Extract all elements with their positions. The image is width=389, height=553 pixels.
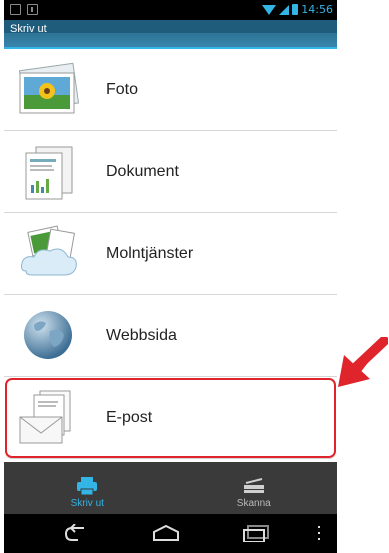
list-item-label: Dokument — [106, 162, 179, 180]
list-item-webbsida[interactable]: Webbsida — [4, 295, 337, 377]
print-options-list: Foto Dokument Molntjänster Webbsida E-po… — [4, 49, 337, 459]
scanner-icon — [243, 478, 264, 493]
email-icon — [19, 390, 71, 444]
list-item-label: Webbsida — [106, 326, 177, 344]
printer-icon — [77, 477, 98, 495]
signal-icon — [279, 4, 290, 15]
tab-label: Skriv ut — [70, 498, 104, 509]
cloud-services-icon — [21, 225, 77, 276]
list-item-e-post[interactable]: E-post — [4, 377, 337, 459]
list-item-dokument[interactable]: Dokument — [4, 131, 337, 213]
tab-label: Skanna — [236, 498, 271, 509]
page-title: Skriv ut — [10, 23, 47, 35]
system-nav-bar — [4, 514, 337, 553]
tab-skriv-ut[interactable]: Skriv ut — [4, 462, 171, 514]
photo-icon — [18, 62, 80, 114]
status-bar: 14:56 — [4, 0, 337, 20]
action-bar: Skriv ut — [4, 20, 337, 49]
bottom-tab-bar: Skriv ut Skanna — [4, 462, 337, 514]
menu-overflow-icon[interactable] — [316, 524, 322, 542]
list-item-foto[interactable]: Foto — [4, 49, 337, 131]
tab-skanna[interactable]: Skanna — [171, 462, 338, 514]
recent-apps-icon[interactable] — [242, 524, 270, 542]
status-time: 14:56 — [301, 3, 333, 16]
list-item-label: Foto — [106, 80, 139, 98]
list-item-molntjanster[interactable]: Molntjänster — [4, 213, 337, 295]
document-icon — [25, 146, 73, 200]
home-icon[interactable] — [152, 524, 180, 542]
battery-icon — [292, 4, 299, 15]
screenshot-notification-icon — [10, 4, 21, 15]
phone-screen: 14:56 Skriv ut Foto Dokument Molntjänste… — [4, 0, 337, 553]
back-icon[interactable] — [64, 524, 88, 542]
globe-icon — [24, 311, 72, 359]
list-item-label: Molntjänster — [106, 244, 194, 262]
annotation-arrow — [338, 337, 388, 387]
wifi-icon — [262, 4, 277, 15]
download-notification-icon — [27, 4, 38, 15]
list-item-label: E-post — [106, 408, 153, 426]
